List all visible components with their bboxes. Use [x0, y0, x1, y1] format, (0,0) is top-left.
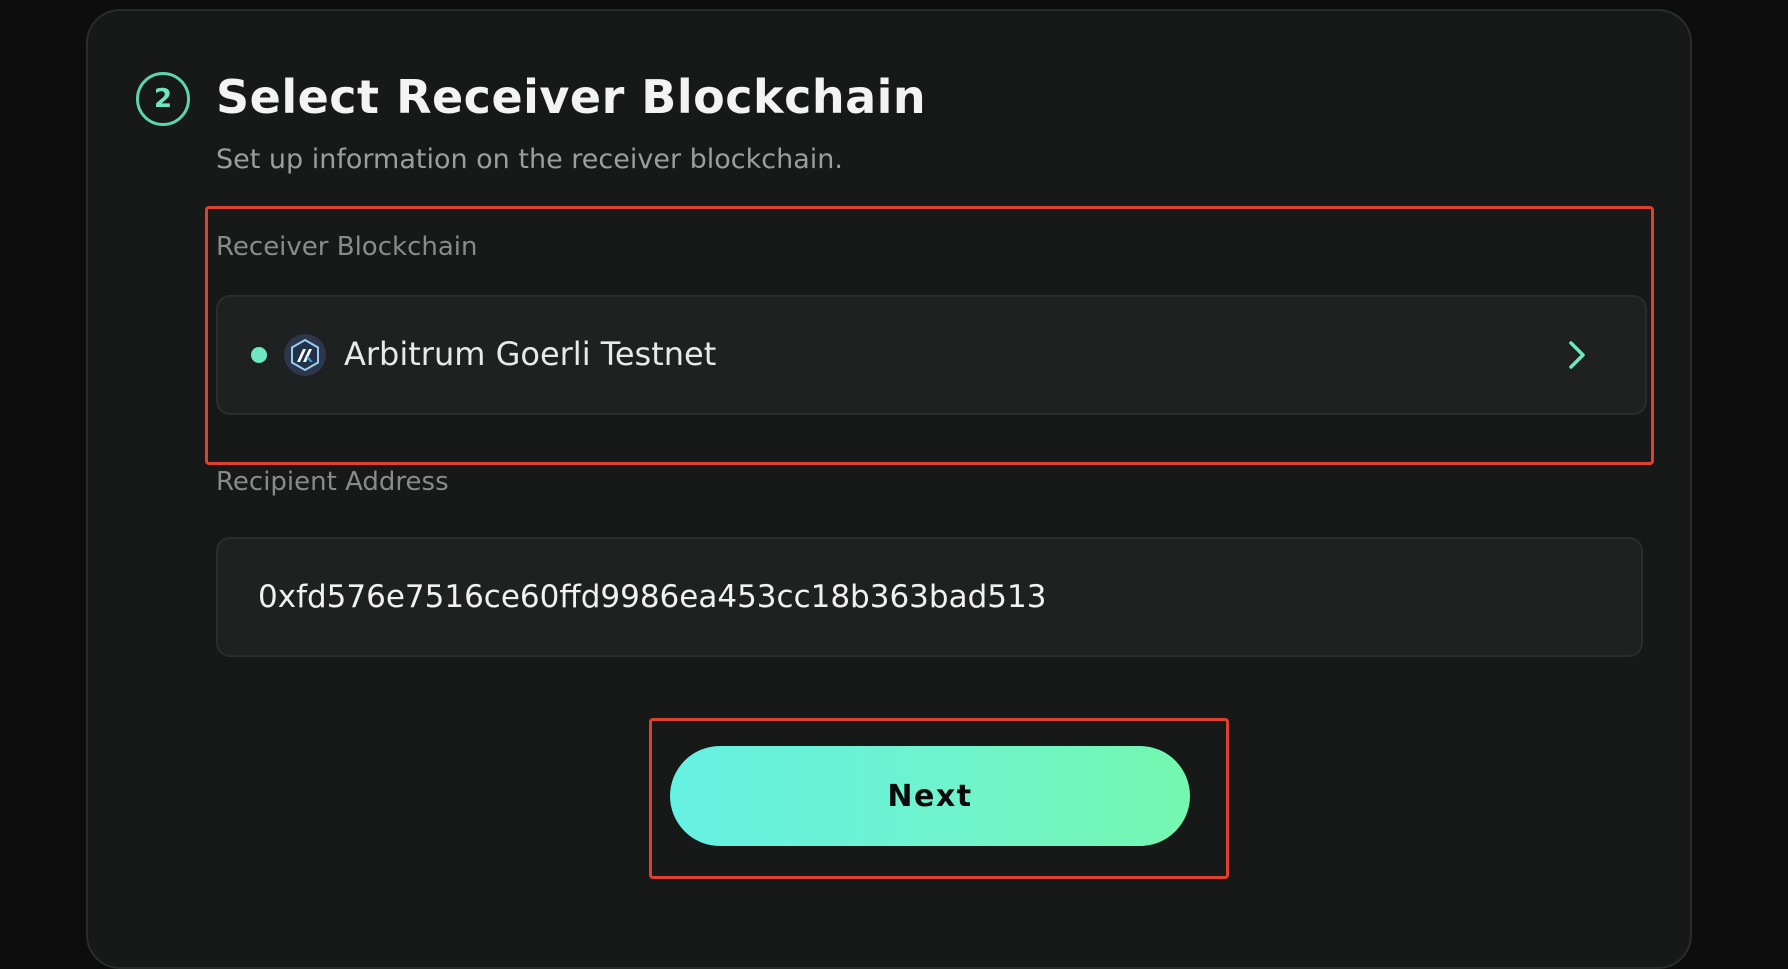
selected-chain-name: Arbitrum Goerli Testnet — [344, 335, 717, 373]
chevron-right-icon — [1569, 341, 1585, 369]
page-subtitle: Set up information on the receiver block… — [216, 144, 843, 175]
recipient-address-label: Recipient Address — [216, 467, 449, 497]
arbitrum-logo-icon — [284, 334, 326, 376]
recipient-address-field — [216, 537, 1643, 657]
page-title: Select Receiver Blockchain — [216, 70, 927, 124]
receiver-blockchain-selector[interactable]: Arbitrum Goerli Testnet — [216, 295, 1647, 415]
next-button[interactable]: Next — [670, 746, 1190, 846]
step-number-badge: 2 — [136, 72, 190, 126]
recipient-address-input[interactable] — [258, 539, 1558, 655]
status-dot-icon — [251, 347, 267, 363]
step-number: 2 — [153, 84, 173, 114]
receiver-blockchain-label: Receiver Blockchain — [216, 232, 478, 262]
